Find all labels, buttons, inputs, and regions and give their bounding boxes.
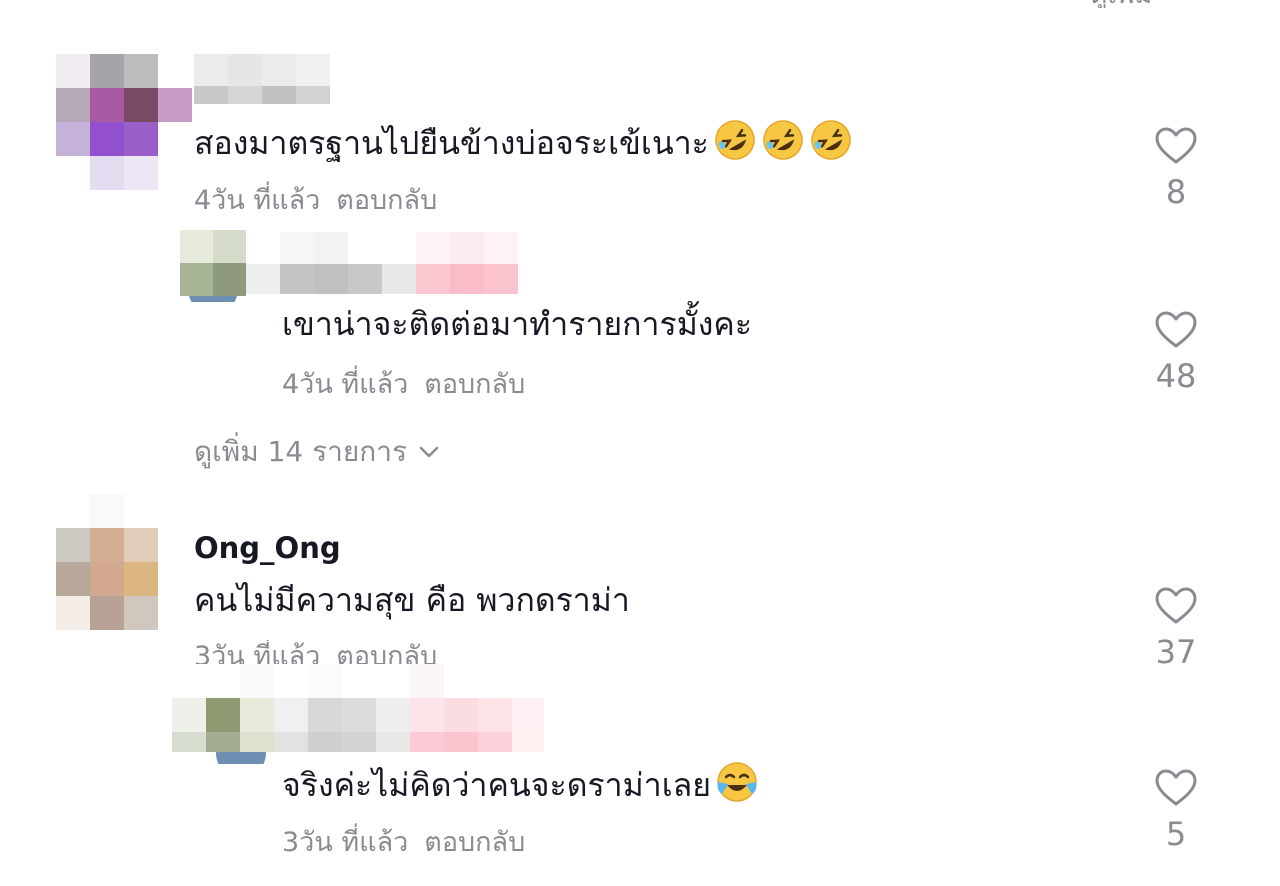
like-group: 48 (1144, 310, 1208, 396)
like-group: 8 (1144, 126, 1208, 212)
comment-meta: 4วัน ที่แล้ว ตอบกลับ (194, 184, 437, 218)
avatar[interactable] (180, 230, 246, 302)
reply-button[interactable]: ตอบกลับ (336, 185, 437, 216)
comment-time: 3วัน ที่แล้ว (282, 827, 409, 858)
like-count: 8 (1165, 173, 1187, 211)
comment-meta: 3วัน ที่แล้ว ตอบกลับ (282, 826, 525, 860)
like-count: 37 (1155, 633, 1197, 671)
comment-meta: 4วัน ที่แล้ว ตอบกลับ (282, 368, 525, 402)
chevron-down-icon (419, 446, 439, 458)
avatar-and-username-censored[interactable] (172, 664, 544, 764)
comment-time: 3วัน ที่แล้ว (194, 641, 321, 664)
rolling-on-floor-laughing-icon (763, 120, 803, 160)
heart-icon[interactable] (1154, 768, 1198, 808)
comment-time: 4วัน ที่แล้ว (282, 369, 409, 400)
rolling-on-floor-laughing-icon (811, 120, 851, 160)
heart-icon[interactable] (1154, 310, 1198, 350)
heart-icon[interactable] (1154, 586, 1198, 626)
comment-text: คนไม่มีความสุข คือ พวกดราม่า (194, 581, 630, 619)
heart-icon[interactable] (1154, 126, 1198, 166)
comment-text: สองมาตรฐานไปยืนข้างบ่อจระเข้เนาะ (194, 118, 853, 163)
comment-meta: 3วัน ที่แล้ว ตอบกลับ (194, 640, 534, 664)
username-censored[interactable] (194, 54, 330, 104)
reply-button[interactable]: ตอบกลับ (424, 369, 525, 400)
avatar[interactable] (56, 54, 192, 190)
username[interactable]: Ong_Ong (194, 530, 341, 566)
reply-text: จริงค่ะไม่คิดว่าคนจะดราม่าเลย (282, 760, 759, 805)
like-group: 5 (1144, 768, 1208, 854)
reply-text: เขาน่าจะติดต่อมาทำรายการมั้งคะ (282, 305, 752, 343)
like-count: 48 (1155, 357, 1197, 395)
top-cut-text: ดูเพิ่ม (1090, 0, 1210, 8)
face-with-tears-of-joy-icon (717, 762, 757, 802)
like-group: 37 (1144, 586, 1208, 672)
username-censored[interactable] (246, 232, 518, 294)
comment-time: 4วัน ที่แล้ว (194, 185, 321, 216)
reply-button[interactable]: ตอบกลับ (336, 641, 437, 664)
rolling-on-floor-laughing-icon (715, 120, 755, 160)
view-more-replies-button[interactable]: ดูเพิ่ม 14 รายการ (194, 434, 441, 470)
like-count: 5 (1165, 815, 1187, 853)
reply-button[interactable]: ตอบกลับ (424, 827, 525, 858)
avatar[interactable] (56, 494, 158, 630)
